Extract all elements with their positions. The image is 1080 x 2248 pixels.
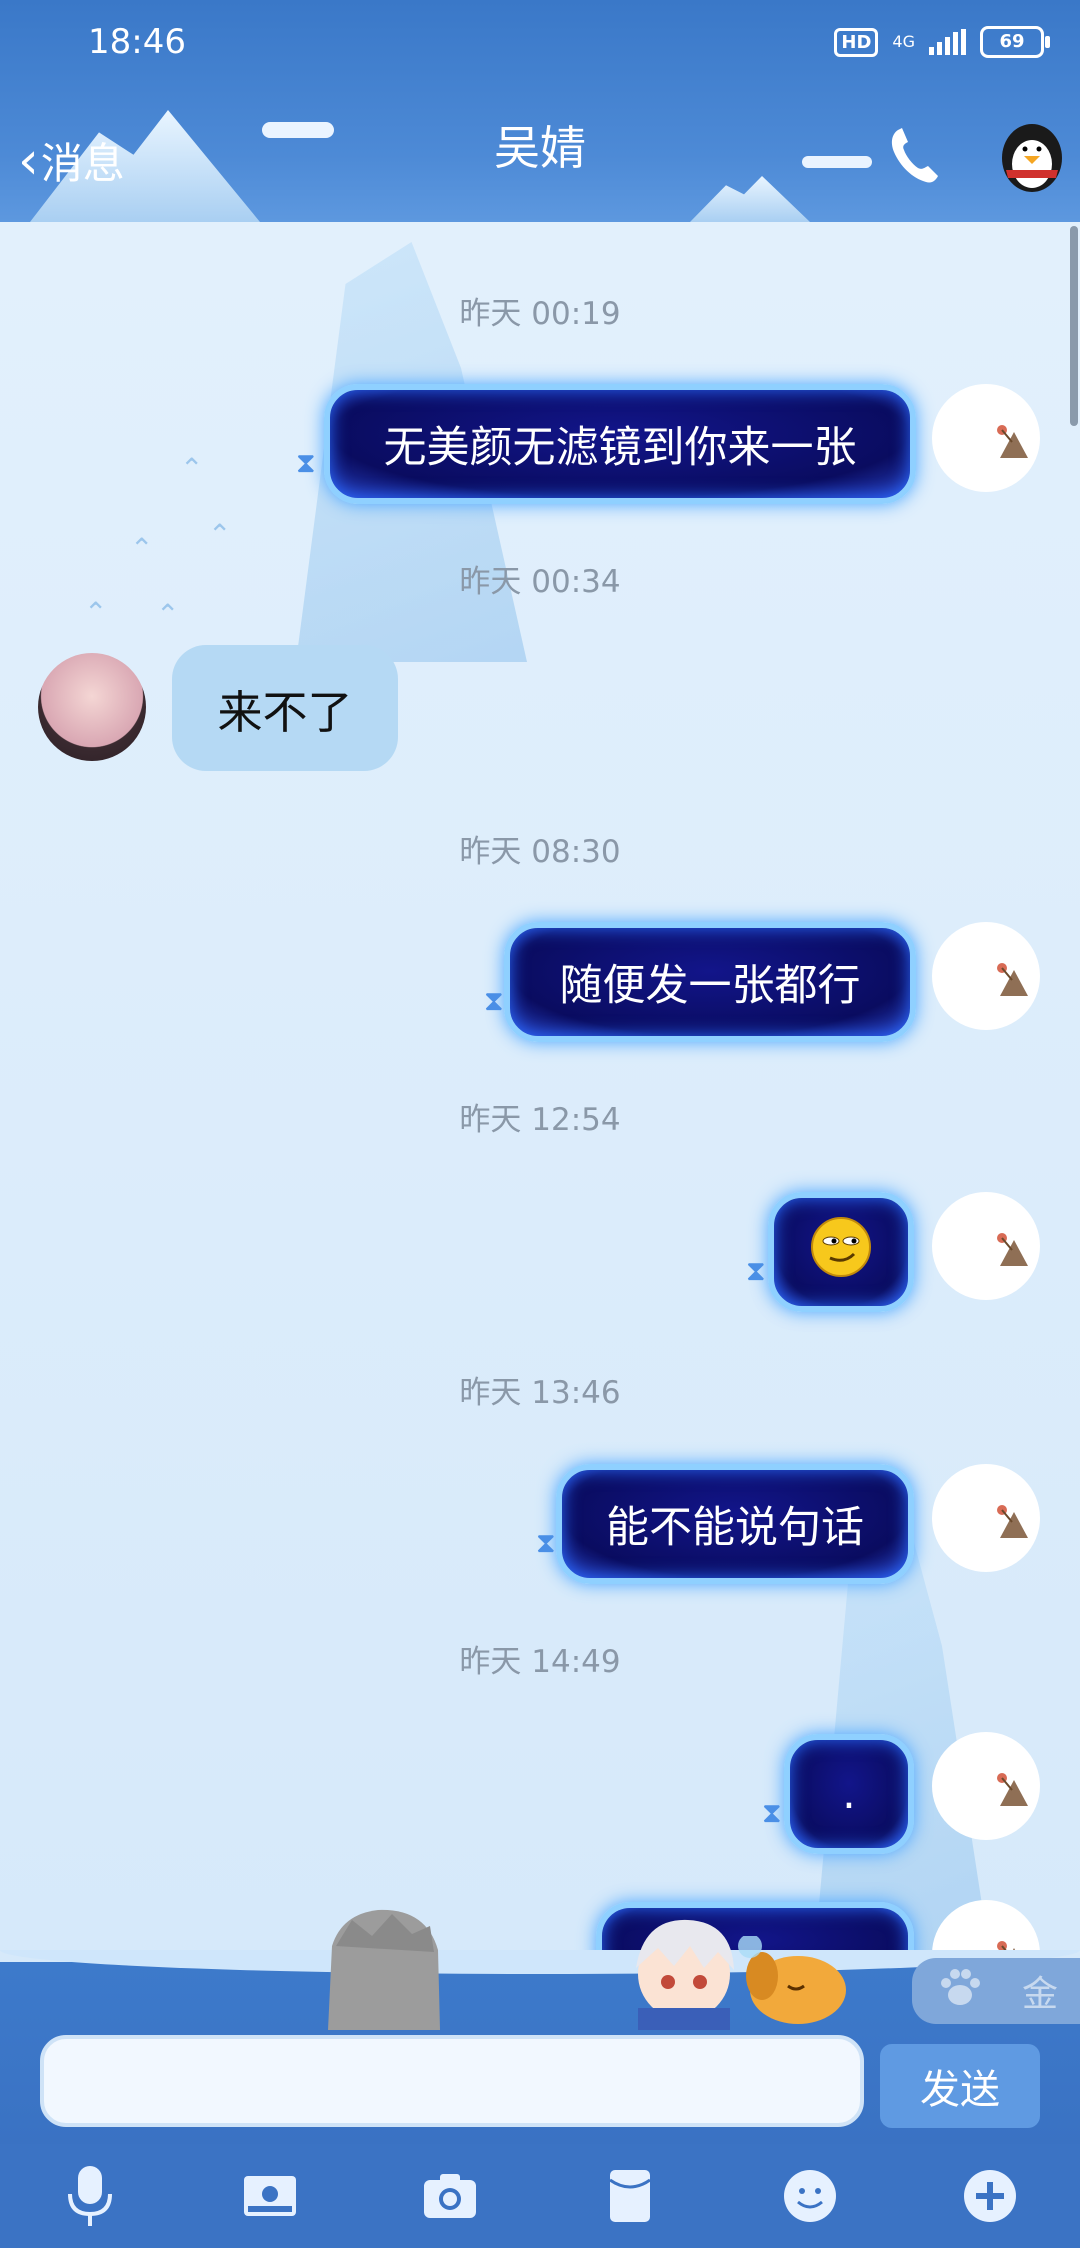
side-panel[interactable]: 金 [912, 1958, 1080, 2024]
plus-icon[interactable] [945, 2151, 1035, 2241]
hourglass-icon: ⧗ [484, 984, 504, 1017]
signal-icon [929, 29, 966, 55]
cat-flower-icon [992, 1226, 1036, 1274]
microphone-icon[interactable] [45, 2151, 135, 2241]
message-bubble-self[interactable]: 能不能说句话 [556, 1464, 914, 1584]
cat-flower-icon [992, 956, 1036, 1004]
iceberg-decoration [690, 176, 810, 222]
bottom-toolbar [0, 2144, 1080, 2248]
message-bubble-self[interactable]: 无美颜无滤镜到你来一张 [324, 384, 916, 504]
timestamp: 昨天 08:30 [459, 834, 621, 870]
avatar[interactable] [932, 1192, 1040, 1300]
message-text: . [842, 1769, 856, 1819]
photo-icon[interactable] [225, 2151, 315, 2241]
dog-sticker [738, 1934, 862, 2032]
hourglass-icon: ⧗ [746, 1254, 766, 1287]
timestamp: 昨天 12:54 [459, 1102, 621, 1138]
red-envelope-icon[interactable] [585, 2151, 675, 2241]
avatar-contact[interactable] [38, 653, 146, 761]
status-icons: HD 4G 69 [834, 26, 1050, 58]
phone-icon[interactable] [888, 126, 940, 188]
message-bubble-self[interactable] [768, 1192, 914, 1312]
status-time: 18:46 [88, 22, 186, 62]
battery-level: 69 [999, 31, 1025, 52]
hourglass-icon: ⧗ [536, 1526, 556, 1559]
title-bar: 18:46 HD 4G 69 ‹ 消息 吴婧 [0, 0, 1080, 222]
smirk-emoji-icon [810, 1216, 872, 1289]
avatar[interactable] [932, 384, 1040, 492]
message-input[interactable] [40, 2035, 864, 2127]
anime-character-sticker [624, 1912, 744, 2034]
message-bubble-self[interactable]: 随便发一张都行 [504, 922, 916, 1042]
side-panel-label: 金 [1022, 1974, 1059, 2015]
timestamp: 昨天 00:19 [459, 296, 621, 332]
camera-icon[interactable] [405, 2151, 495, 2241]
timestamp: 昨天 13:46 [459, 1375, 621, 1411]
timestamp: 昨天 14:49 [459, 1644, 621, 1680]
hd-badge: HD [834, 27, 879, 57]
message-bubble-other[interactable]: 来不了 [172, 645, 398, 771]
avatar[interactable] [932, 1464, 1040, 1572]
emoji-icon[interactable] [765, 2151, 855, 2241]
character-gray-sticker [322, 1906, 446, 2034]
send-button[interactable]: 发送 [880, 2044, 1040, 2128]
cat-flower-icon [992, 1766, 1036, 1814]
cat-flower-icon [992, 418, 1036, 466]
avatar[interactable] [932, 922, 1040, 1030]
message-text: 随便发一张都行 [559, 961, 861, 1011]
message-text: 来不了 [217, 685, 353, 739]
hourglass-icon: ⧗ [762, 1796, 782, 1829]
paw-icon [938, 1967, 982, 2016]
message-text: 能不能说句话 [606, 1503, 864, 1553]
network-type: 4G [892, 32, 915, 51]
avatar[interactable] [932, 1732, 1040, 1840]
message-text: 无美颜无滤镜到你来一张 [383, 423, 857, 473]
bird-decoration: ⌃ [180, 452, 204, 485]
message-bubble-self[interactable]: . [784, 1734, 914, 1854]
hourglass-icon: ⧗ [296, 446, 316, 479]
battery-icon: 69 [980, 26, 1050, 58]
cat-flower-icon [992, 1498, 1036, 1546]
penguin-profile-icon[interactable] [996, 118, 1068, 198]
timestamp: 昨天 00:34 [459, 564, 621, 600]
bird-decoration: ⌃ [156, 598, 180, 631]
bird-decoration: ⌃ [208, 518, 232, 551]
